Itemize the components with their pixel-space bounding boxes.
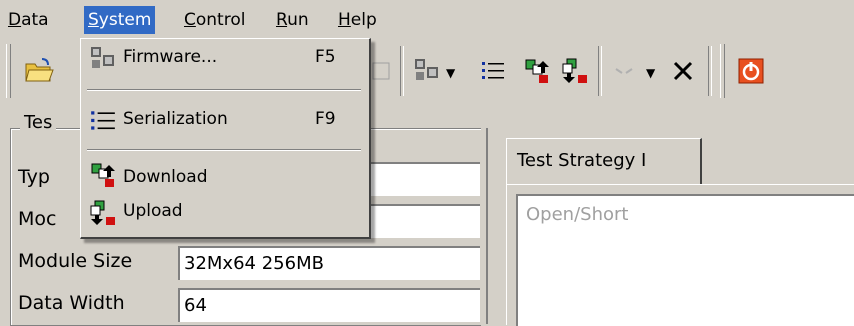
menu-item-label: Download	[123, 167, 208, 187]
download-icon	[525, 59, 549, 83]
field-label-module-size: Module Size	[18, 250, 133, 272]
menu-item-upload[interactable]: Upload	[81, 195, 369, 231]
firmware-dropdown-caret[interactable]: ▼	[446, 66, 455, 80]
field-label-type: Typ	[18, 166, 50, 188]
menu-item-serialization[interactable]: Serialization F9	[81, 103, 369, 139]
menu-system[interactable]: System	[84, 6, 156, 34]
toolbar-separator	[708, 46, 712, 96]
module-size-field[interactable]: 32Mx64 256MB	[178, 246, 480, 280]
download-icon	[91, 163, 115, 187]
firmware-icon	[415, 59, 438, 80]
group-title: Tes	[20, 112, 57, 133]
field-label-data-width: Data Width	[18, 292, 125, 314]
cancel-button[interactable]	[666, 54, 700, 88]
toolbar-grip[interactable]	[6, 44, 11, 98]
power-stop-icon	[738, 58, 764, 84]
serialization-button[interactable]	[476, 54, 510, 88]
menu-item-label: Serialization	[123, 109, 228, 129]
menu-run[interactable]: Run	[272, 6, 313, 34]
faded-tool-icon	[372, 62, 390, 80]
menubar: Data System Control Run Help	[0, 0, 854, 40]
open-folder-button[interactable]	[22, 54, 56, 88]
toolbar-grip[interactable]	[720, 44, 725, 98]
menu-item-label: Upload	[123, 201, 183, 221]
tab-test-strategy[interactable]: Test Strategy I	[506, 138, 702, 184]
menu-control[interactable]: Control	[180, 6, 249, 34]
field-label-mode: Moc	[18, 208, 57, 230]
close-icon	[673, 61, 693, 81]
upload-icon	[562, 58, 587, 83]
open-folder-icon	[25, 58, 54, 82]
system-dropdown-menu: Firmware... F5 Serialization F9 Download…	[80, 38, 371, 239]
menu-item-download[interactable]: Download	[81, 157, 369, 193]
stop-button[interactable]	[734, 54, 768, 88]
data-width-field[interactable]: 64	[178, 288, 480, 322]
menu-item-firmware[interactable]: Firmware... F5	[81, 41, 369, 77]
menu-separator	[87, 89, 361, 91]
menu-separator	[87, 149, 361, 151]
download-button[interactable]	[520, 54, 554, 88]
upload-button[interactable]	[558, 54, 592, 88]
firmware-icon	[91, 47, 114, 68]
shortcut-label: F9	[315, 109, 336, 129]
menu-data[interactable]: Data	[4, 6, 53, 34]
disabled-arrows-icon	[615, 68, 633, 74]
firmware-button[interactable]	[410, 54, 444, 88]
upload-icon	[90, 200, 115, 225]
list-icon	[91, 111, 115, 130]
toolbar-separator	[400, 46, 404, 96]
shortcut-label: F5	[315, 47, 336, 67]
menu-help[interactable]: Help	[334, 6, 381, 34]
menu-item-label: Firmware...	[123, 47, 218, 67]
list-item[interactable]: Open/Short	[526, 204, 628, 225]
action-dropdown-caret[interactable]: ▼	[646, 66, 655, 80]
disabled-action-button[interactable]	[608, 54, 642, 88]
toolbar-separator	[598, 46, 602, 96]
list-icon	[482, 62, 504, 79]
